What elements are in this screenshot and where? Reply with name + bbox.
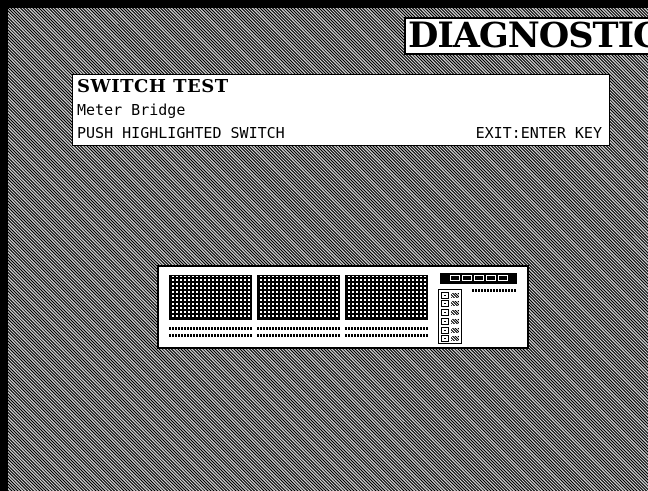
channel-strip-1-row-1 xyxy=(169,327,253,330)
bridge-switch-6[interactable] xyxy=(441,335,461,342)
channel-strip-1-row-2 xyxy=(169,334,253,337)
channel-strip-2-row-2 xyxy=(257,334,341,337)
channel-strip-3-row-1 xyxy=(345,327,429,330)
bridge-switch-3[interactable] xyxy=(441,309,461,316)
switch-column xyxy=(438,289,462,344)
channel-strip-3-row-2 xyxy=(345,334,429,337)
bridge-switch-2[interactable] xyxy=(441,300,461,307)
instruction-text: PUSH HIGHLIGHTED SWITCH xyxy=(77,124,285,142)
test-title: SWITCH TEST xyxy=(77,76,229,97)
bridge-switch-4[interactable] xyxy=(441,318,461,325)
bridge-display xyxy=(440,273,517,284)
bridge-switch-1[interactable] xyxy=(441,292,461,299)
diagnostics-title: DIAGNOSTICS xyxy=(404,17,648,55)
bridge-switch-5[interactable] xyxy=(441,327,461,334)
meter-block-2[interactable] xyxy=(257,275,340,320)
meter-block-1[interactable] xyxy=(169,275,252,320)
test-subtitle: Meter Bridge xyxy=(77,101,186,119)
meter-block-3[interactable] xyxy=(345,275,428,320)
exit-hint: EXIT:ENTER KEY xyxy=(475,124,602,142)
display-underline xyxy=(472,289,517,292)
switch-test-panel: SWITCH TEST Meter Bridge PUSH HIGHLIGHTE… xyxy=(72,74,610,146)
meter-bridge-diagram xyxy=(157,265,529,349)
diagnostic-screen: DIAGNOSTICS SWITCH TEST Meter Bridge PUS… xyxy=(0,0,648,491)
channel-strip-2-row-1 xyxy=(257,327,341,330)
